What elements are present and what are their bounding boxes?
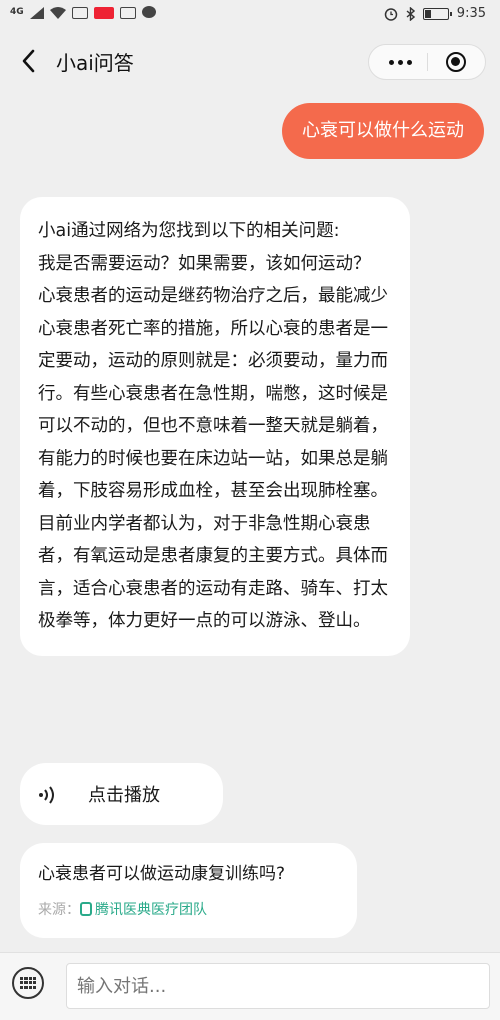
status-bar: 4G 9:35	[0, 0, 500, 32]
capsule-divider	[427, 53, 428, 71]
nav-bar: 小ai问答	[0, 32, 500, 90]
related-question-text: 心衰患者可以做运动康复训练吗?	[38, 864, 286, 884]
answer-intro: 小ai通过网络为您找到以下的相关问题:	[38, 221, 340, 241]
status-time: 9:35	[456, 6, 486, 21]
source-name: 腾讯医典医疗团队	[95, 902, 207, 918]
play-audio-label: 点击播放	[88, 785, 160, 806]
mini-program-capsule	[368, 44, 486, 80]
bag-icon	[119, 6, 136, 19]
tencent-medical-logo-icon	[80, 902, 92, 916]
network-label: 4G	[10, 7, 24, 17]
related-question-card[interactable]: 心衰患者可以做运动康复训练吗? 来源： 腾讯医典医疗团队	[20, 843, 357, 938]
voice-wave-icon	[39, 786, 54, 804]
wifi-icon	[49, 6, 66, 19]
bluetooth-icon	[406, 6, 415, 21]
source-line: 来源： 腾讯医典医疗团队	[38, 899, 207, 919]
answer-question: 我是否需要运动？如果需要，该如何运动？	[38, 253, 371, 274]
answer-body: 心衰患者的运动是继药物治疗之后，最能减少心衰患者死亡率的措施，所以心衰的患者是一…	[38, 286, 388, 631]
chat-input[interactable]	[66, 963, 490, 1009]
page-title: 小ai问答	[56, 51, 134, 75]
more-icon[interactable]	[385, 45, 415, 79]
close-mini-program-icon[interactable]	[446, 52, 466, 72]
user-message-bubble: 心衰可以做什么运动	[282, 103, 484, 159]
battery-icon	[422, 7, 452, 20]
alarm-icon	[384, 7, 398, 21]
source-label: 来源：	[38, 902, 80, 918]
input-bar	[0, 952, 500, 1020]
mail-icon	[71, 6, 88, 19]
keyboard-icon[interactable]	[12, 967, 44, 999]
signal-icon	[29, 6, 44, 19]
back-arrow-icon[interactable]	[18, 48, 42, 74]
answer-bubble: 小ai通过网络为您找到以下的相关问题: 我是否需要运动？如果需要，该如何运动？ …	[20, 197, 410, 656]
chat-icon	[141, 6, 156, 18]
play-audio-button[interactable]: 点击播放	[20, 763, 223, 825]
app-notification-icon	[93, 6, 114, 19]
